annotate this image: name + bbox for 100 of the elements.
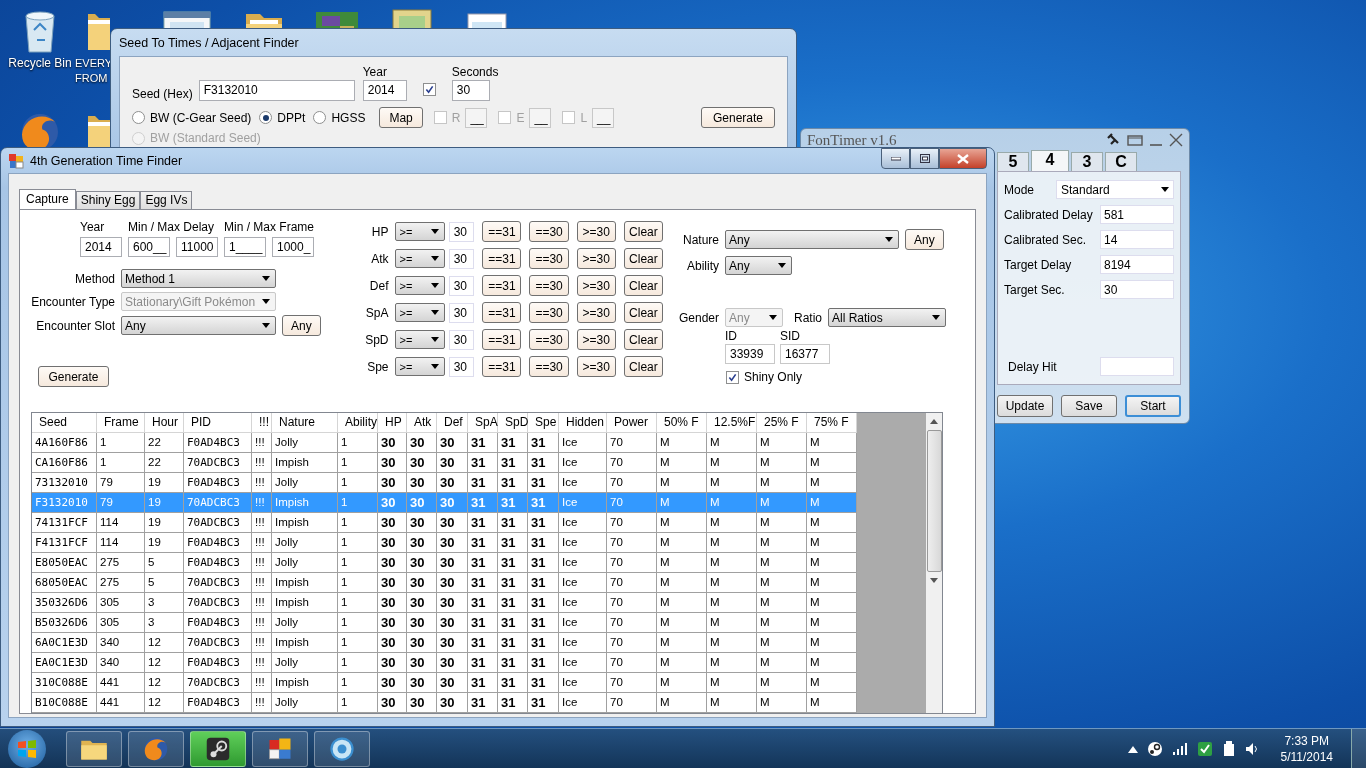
seed-field[interactable]: F3132010	[198, 80, 355, 101]
iv-button[interactable]: Clear	[623, 275, 664, 296]
dropdown[interactable]: Method 1	[121, 269, 276, 288]
taskbar-button[interactable]	[252, 730, 308, 767]
nature-dropdown[interactable]: Any	[725, 230, 899, 249]
show-desktop-button[interactable]	[1351, 728, 1366, 768]
iv-button[interactable]: >=30	[576, 329, 616, 350]
device-icon[interactable]	[1221, 740, 1236, 757]
iv-field[interactable]: 30	[448, 275, 475, 296]
radio-label[interactable]: BW (C-Gear Seed)	[150, 110, 252, 125]
iv-button[interactable]: ==31	[482, 329, 522, 350]
delay-hit-field[interactable]	[1100, 357, 1174, 376]
iv-field[interactable]: 30	[448, 329, 475, 350]
close-button[interactable]	[939, 148, 987, 169]
clock-time[interactable]: 7:33 PM	[1284, 732, 1330, 749]
tab[interactable]: Egg IVs	[140, 191, 193, 209]
tab[interactable]: C	[1105, 152, 1137, 171]
tab[interactable]: 3	[1071, 152, 1103, 171]
input-field[interactable]: 581	[1100, 205, 1174, 224]
generate-button[interactable]: Generate	[701, 107, 775, 128]
operator-dropdown[interactable]: >=	[395, 330, 445, 349]
table-row[interactable]: B50326D6 305 3 F0AD4BC3 !!! Jolly 1 30 30 30 31 31 31 Ice 70 M M M M	[32, 613, 857, 633]
scroll-thumb[interactable]	[926, 430, 942, 572]
scrollbar[interactable]	[926, 413, 942, 713]
timer-button[interactable]: Update	[997, 395, 1053, 417]
checkbox[interactable]	[562, 111, 576, 124]
table-row[interactable]: 350326D6 305 3 70ADCBC3 !!! Impish 1 30 30 30 31 31 31 Ice 70 M M M M	[32, 593, 857, 613]
operator-dropdown[interactable]: >=	[395, 303, 445, 322]
ability-dropdown[interactable]: Any	[725, 256, 792, 275]
table-row[interactable]: F4131FCF 114 19 F0AD4BC3 !!! Jolly 1 30 30 30 31 31 31 Ice 70 M M M M	[32, 533, 857, 553]
tab[interactable]: 5	[997, 152, 1029, 171]
tab[interactable]: Capture	[19, 189, 76, 209]
iv-button[interactable]: ==30	[529, 329, 569, 350]
input-field[interactable]: 1000_	[272, 237, 314, 257]
iv-button[interactable]: Clear	[623, 302, 664, 323]
taskbar-button[interactable]	[314, 730, 370, 767]
pin-icon[interactable]	[1107, 133, 1121, 147]
taskbar-button[interactable]	[66, 730, 122, 767]
iv-button[interactable]: ==30	[529, 356, 569, 377]
steam-icon[interactable]	[1146, 740, 1163, 757]
iv-field[interactable]: 30	[448, 302, 475, 323]
maximize-button[interactable]	[910, 148, 939, 169]
input-field[interactable]: 14	[1100, 230, 1174, 249]
iv-field[interactable]: 30	[448, 221, 475, 242]
iv-button[interactable]: >=30	[576, 356, 616, 377]
seconds-field[interactable]: 30	[451, 80, 490, 101]
minimize-button[interactable]	[881, 148, 910, 169]
id-field[interactable]: 33939	[725, 344, 775, 364]
iv-button[interactable]: ==30	[529, 275, 569, 296]
iv-button[interactable]: Clear	[623, 329, 664, 350]
iv-field[interactable]: 30	[448, 248, 475, 269]
taskbar-button[interactable]	[190, 730, 246, 767]
generate-button[interactable]: Generate	[38, 366, 109, 387]
table-row[interactable]: 4A160F86 1 22 F0AD4BC3 !!! Jolly 1 30 30 30 31 31 31 Ice 70 M M M M	[32, 433, 857, 453]
slot-field[interactable]: __	[465, 107, 488, 128]
ratio-dropdown[interactable]: All Ratios	[828, 308, 946, 327]
iv-button[interactable]: ==30	[529, 302, 569, 323]
iv-button[interactable]: ==31	[482, 275, 522, 296]
dropdown[interactable]: Any	[121, 316, 276, 335]
input-field[interactable]: 30	[1100, 280, 1174, 299]
slot-field[interactable]: __	[529, 107, 552, 128]
table-row[interactable]: CA160F86 1 22 70ADCBC3 !!! Impish 1 30 30 30 31 31 31 Ice 70 M M M M	[32, 453, 857, 473]
radio-button[interactable]	[259, 111, 273, 124]
icon-label[interactable]: Recycle Bin	[6, 56, 74, 71]
input-field[interactable]: 11000	[176, 237, 218, 257]
any-button[interactable]: Any	[282, 315, 321, 336]
table-row[interactable]: 74131FCF 114 19 70ADCBC3 !!! Impish 1 30 30 30 31 31 31 Ice 70 M M M M	[32, 513, 857, 533]
checkbox[interactable]	[422, 83, 436, 96]
table-row[interactable]: 310C088E 441 12 70ADCBC3 !!! Impish 1 30 30 30 31 31 31 Ice 70 M M M M	[32, 673, 857, 693]
check-icon[interactable]	[1196, 740, 1213, 757]
clock-date[interactable]: 5/11/2014	[1280, 748, 1333, 765]
operator-dropdown[interactable]: >=	[395, 222, 445, 241]
table-row[interactable]: EA0C1E3D 340 12 F0AD4BC3 !!! Jolly 1 30 30 30 31 31 31 Ice 70 M M M M	[32, 653, 857, 673]
sid-field[interactable]: 16377	[780, 344, 830, 364]
input-field[interactable]: 600__	[128, 237, 170, 257]
operator-dropdown[interactable]: >=	[395, 357, 445, 376]
operator-dropdown[interactable]: >=	[395, 249, 445, 268]
iv-button[interactable]: >=30	[576, 275, 616, 296]
iv-button[interactable]: Clear	[623, 356, 664, 377]
radio-label[interactable]: HGSS	[331, 110, 366, 125]
table-row[interactable]: B10C088E 441 12 F0AD4BC3 !!! Jolly 1 30 30 30 31 31 31 Ice 70 M M M M	[32, 693, 857, 713]
operator-dropdown[interactable]: >=	[395, 276, 445, 295]
iv-button[interactable]: ==31	[482, 221, 522, 242]
timer-button[interactable]: Save	[1061, 395, 1117, 417]
checkbox-label[interactable]: Shiny Only	[744, 370, 803, 384]
iv-button[interactable]: >=30	[576, 221, 616, 242]
radio-button[interactable]	[132, 111, 145, 124]
scroll-down-icon[interactable]	[930, 578, 938, 583]
scroll-up-icon[interactable]	[930, 419, 938, 424]
iv-button[interactable]: Clear	[623, 248, 664, 269]
input-field[interactable]: 1____	[224, 237, 266, 257]
map-button[interactable]: Map	[379, 107, 423, 128]
input-field[interactable]: 8194	[1100, 255, 1174, 274]
start-button[interactable]	[8, 729, 46, 768]
icon-label[interactable]: EVERY FROM	[75, 56, 113, 86]
iv-button[interactable]: ==30	[529, 248, 569, 269]
radio-button[interactable]	[132, 131, 145, 145]
slot-field[interactable]: __	[592, 107, 615, 128]
iv-button[interactable]: ==31	[482, 302, 522, 323]
iv-button[interactable]: Clear	[623, 221, 664, 242]
